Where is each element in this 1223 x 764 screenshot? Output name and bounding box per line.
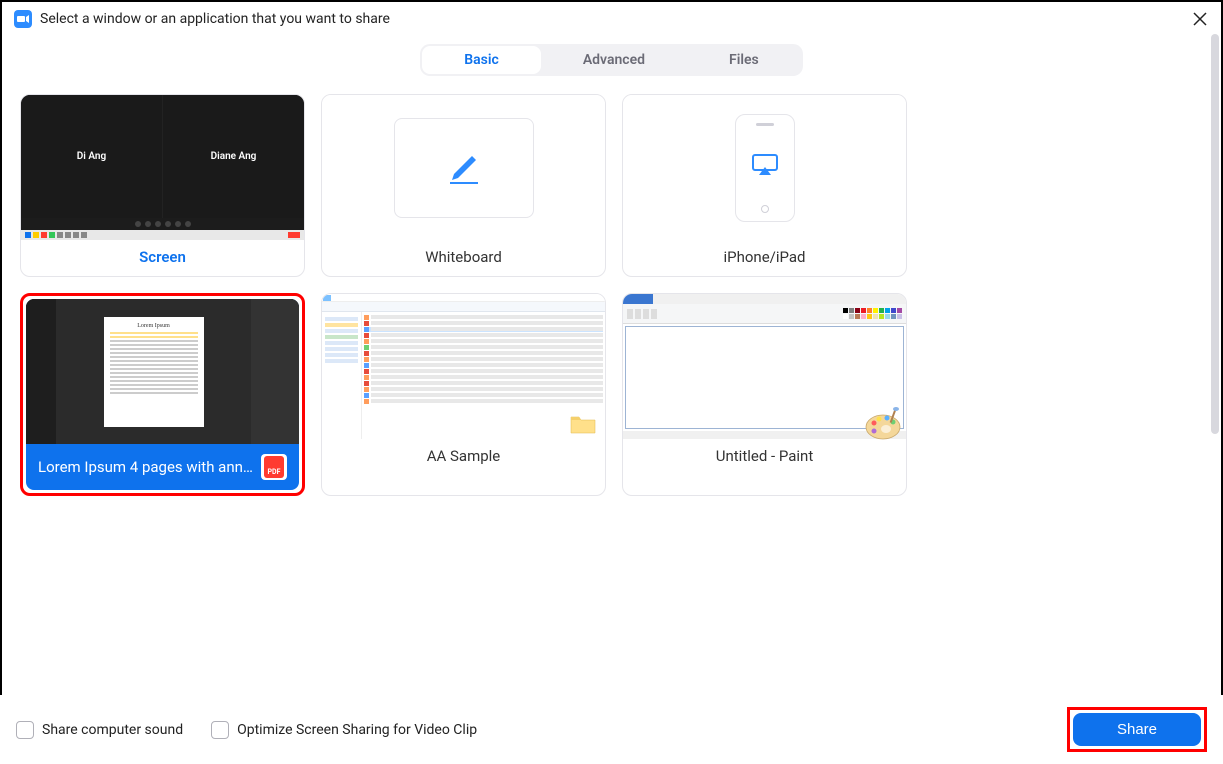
tab-bar: Basic Advanced Files bbox=[2, 44, 1221, 76]
tile-whiteboard[interactable]: Whiteboard bbox=[321, 94, 606, 277]
checkbox-optimize-video[interactable]: Optimize Screen Sharing for Video Clip bbox=[211, 721, 477, 739]
scrollbar-thumb[interactable] bbox=[1211, 34, 1219, 434]
paint-palette-icon bbox=[862, 407, 904, 441]
tile-screen[interactable]: Di Ang Diane Ang Screen bbox=[20, 94, 305, 277]
tile-label: Untitled - Paint bbox=[623, 439, 906, 475]
pdf-preview: Lorem Ipsum bbox=[26, 299, 299, 444]
tile-label: Whiteboard bbox=[322, 240, 605, 276]
doc-title: Lorem Ipsum bbox=[110, 323, 198, 329]
tile-label-text: Lorem Ipsum 4 pages with annot... bbox=[38, 458, 255, 476]
tab-container: Basic Advanced Files bbox=[420, 44, 802, 76]
checkbox-label: Share computer sound bbox=[42, 722, 183, 738]
zoom-app-icon bbox=[14, 10, 32, 28]
tab-basic[interactable]: Basic bbox=[422, 46, 541, 74]
participant-tile: Diane Ang bbox=[163, 95, 304, 218]
checkbox-label: Optimize Screen Sharing for Video Clip bbox=[237, 722, 477, 738]
checkbox-share-sound[interactable]: Share computer sound bbox=[16, 721, 183, 739]
participant-tile: Di Ang bbox=[21, 95, 163, 218]
share-options-grid: Di Ang Diane Ang Screen Whiteboard bbox=[4, 94, 1221, 496]
airplay-icon bbox=[752, 154, 778, 176]
checkbox-icon bbox=[211, 721, 229, 739]
dialog-header: Select a window or an application that y… bbox=[2, 2, 1221, 36]
share-button[interactable]: Share bbox=[1073, 713, 1201, 746]
pdf-icon: PDF bbox=[261, 454, 287, 480]
iphone-preview bbox=[623, 95, 906, 240]
dialog-title: Select a window or an application that y… bbox=[40, 11, 390, 27]
paint-preview bbox=[623, 294, 906, 439]
checkbox-icon bbox=[16, 721, 34, 739]
tile-explorer-window[interactable]: AA Sample bbox=[321, 293, 606, 496]
pen-icon bbox=[444, 148, 484, 188]
tab-files[interactable]: Files bbox=[687, 46, 801, 74]
folder-icon bbox=[569, 413, 597, 435]
explorer-preview bbox=[322, 294, 605, 439]
tile-label: Screen bbox=[21, 240, 304, 276]
tab-advanced[interactable]: Advanced bbox=[541, 46, 687, 74]
tile-pdf-window[interactable]: Lorem Ipsum Lorem Ipsum 4 pages with ann… bbox=[20, 293, 305, 496]
tile-label: AA Sample bbox=[322, 439, 605, 475]
share-button-highlight: Share bbox=[1067, 707, 1207, 752]
tile-label: iPhone/iPad bbox=[623, 240, 906, 276]
tile-paint-window[interactable]: Untitled - Paint bbox=[622, 293, 907, 496]
dialog-footer: Share computer sound Optimize Screen Sha… bbox=[0, 695, 1223, 764]
screen-preview: Di Ang Diane Ang bbox=[21, 95, 304, 240]
tile-iphone-ipad[interactable]: iPhone/iPad bbox=[622, 94, 907, 277]
vertical-scrollbar[interactable] bbox=[1211, 34, 1219, 574]
close-button[interactable] bbox=[1193, 12, 1207, 30]
whiteboard-preview bbox=[322, 95, 605, 240]
tile-label: Lorem Ipsum 4 pages with annot... PDF bbox=[26, 444, 299, 490]
